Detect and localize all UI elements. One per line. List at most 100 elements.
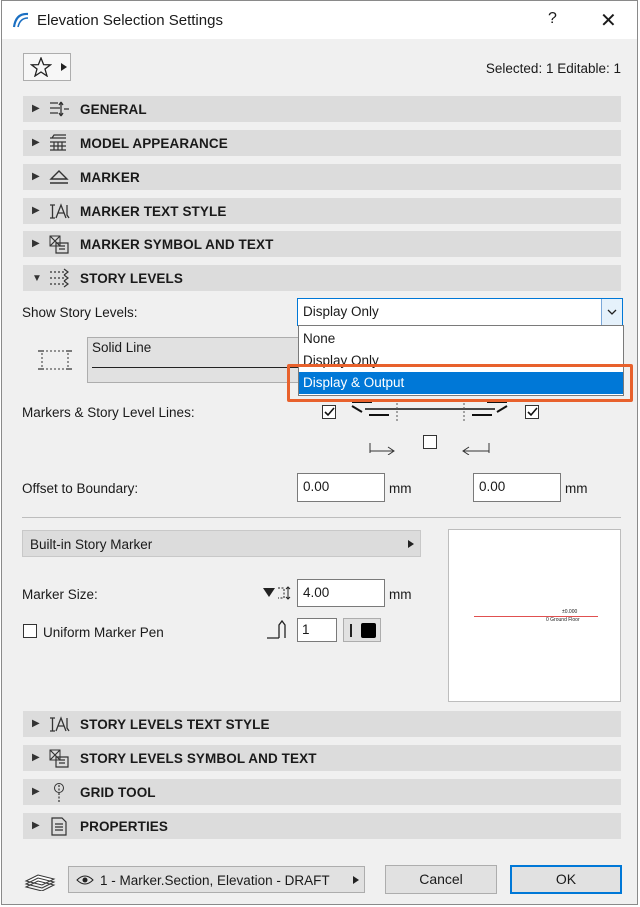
expand-arrow-icon: ▶ bbox=[32, 171, 40, 182]
solid-line-preview bbox=[92, 367, 302, 368]
section-label: MARKER bbox=[80, 170, 140, 185]
preview-elevation: ±0.000 bbox=[562, 609, 578, 615]
dialog-window: Elevation Selection Settings ? ✕ Selecte… bbox=[1, 0, 638, 905]
marker-size-unit: mm bbox=[389, 587, 412, 602]
chevron-right-icon bbox=[353, 876, 359, 884]
left-offset-icon bbox=[369, 443, 395, 455]
properties-icon bbox=[51, 817, 67, 836]
line-type-selector[interactable]: Solid Line bbox=[87, 337, 307, 383]
section-properties[interactable]: ▶ PROPERTIES bbox=[23, 813, 621, 839]
help-button[interactable]: ? bbox=[548, 10, 557, 28]
offset-left-input[interactable]: 0.00 bbox=[297, 473, 385, 502]
section-label: MODEL APPEARANCE bbox=[80, 136, 228, 151]
pen-weight-bar bbox=[350, 624, 352, 637]
story-levels-icon bbox=[50, 268, 69, 288]
collapse-arrow-icon: ▼ bbox=[32, 273, 42, 284]
expand-arrow-icon: ▶ bbox=[32, 137, 40, 148]
preview-floor-name: 0 Ground Floor bbox=[546, 617, 580, 623]
checkmark-icon bbox=[527, 407, 538, 417]
option-none[interactable]: None bbox=[299, 328, 623, 350]
offset-right-input[interactable]: 0.00 bbox=[473, 473, 561, 502]
uniform-pen-label: Uniform Marker Pen bbox=[43, 625, 164, 640]
expand-arrow-icon: ▶ bbox=[32, 103, 40, 114]
ok-button[interactable]: OK bbox=[510, 865, 622, 894]
cancel-button[interactable]: Cancel bbox=[385, 865, 497, 894]
pen-number-input[interactable]: 1 bbox=[297, 618, 337, 642]
section-story-levels-symbol-text[interactable]: ▶ STORY LEVELS SYMBOL AND TEXT bbox=[23, 745, 621, 771]
expand-arrow-icon: ▶ bbox=[32, 718, 40, 729]
marker-type-label: Built-in Story Marker bbox=[30, 537, 153, 552]
section-label: PROPERTIES bbox=[80, 819, 169, 834]
section-marker-symbol-text[interactable]: ▶ MARKER SYMBOL AND TEXT bbox=[23, 231, 621, 257]
model-appearance-icon bbox=[50, 134, 66, 151]
section-story-levels[interactable]: ▼ STORY LEVELS bbox=[23, 265, 621, 291]
marker-size-input[interactable]: 4.00 bbox=[297, 579, 385, 607]
line-type-label: Solid Line bbox=[92, 340, 152, 355]
section-label: GRID TOOL bbox=[80, 785, 156, 800]
pen-color-fill bbox=[361, 623, 376, 638]
select-value: Display Only bbox=[303, 304, 379, 319]
expand-arrow-icon: ▶ bbox=[32, 820, 40, 831]
pen-color-swatch[interactable] bbox=[343, 618, 381, 642]
section-label: STORY LEVELS SYMBOL AND TEXT bbox=[80, 751, 317, 766]
section-label: MARKER TEXT STYLE bbox=[80, 204, 227, 219]
section-label: GENERAL bbox=[80, 102, 147, 117]
marker-size-icon bbox=[263, 586, 291, 600]
section-label: MARKER SYMBOL AND TEXT bbox=[80, 237, 274, 252]
offset-left-unit: mm bbox=[389, 481, 412, 496]
section-label: STORY LEVELS bbox=[80, 271, 183, 286]
window-title: Elevation Selection Settings bbox=[37, 12, 223, 29]
expand-arrow-icon: ▶ bbox=[32, 238, 40, 249]
pen-icon bbox=[267, 619, 286, 639]
eye-icon bbox=[76, 875, 94, 885]
section-story-levels-text-style[interactable]: ▶ STORY LEVELS TEXT STYLE bbox=[23, 711, 621, 737]
right-marker-checkbox[interactable] bbox=[525, 405, 539, 419]
section-grid-tool[interactable]: ▶ GRID TOOL bbox=[23, 779, 621, 805]
marker-size-label: Marker Size: bbox=[22, 587, 98, 602]
section-model-appearance[interactable]: ▶ MODEL APPEARANCE bbox=[23, 130, 621, 156]
left-marker-checkbox[interactable] bbox=[322, 405, 336, 419]
marker-lines-diagram bbox=[351, 401, 508, 423]
chevron-right-icon bbox=[61, 63, 67, 71]
show-story-levels-label: Show Story Levels: bbox=[22, 305, 138, 320]
section-general[interactable]: ▶ GENERAL bbox=[23, 96, 621, 122]
marker-icon bbox=[49, 170, 69, 184]
section-marker[interactable]: ▶ MARKER bbox=[23, 164, 621, 190]
show-story-levels-select[interactable]: Display Only bbox=[297, 298, 623, 326]
checkmark-icon bbox=[324, 407, 335, 417]
story-line-checkbox[interactable] bbox=[423, 435, 437, 449]
close-button[interactable]: ✕ bbox=[600, 8, 617, 33]
offset-right-unit: mm bbox=[565, 481, 588, 496]
story-level-line-icon bbox=[38, 350, 72, 370]
symbol-text-icon bbox=[49, 749, 69, 768]
uniform-pen-checkbox[interactable] bbox=[23, 624, 37, 638]
chevron-down-icon bbox=[607, 309, 617, 315]
expand-arrow-icon: ▶ bbox=[32, 752, 40, 763]
title-bar: Elevation Selection Settings ? ✕ bbox=[2, 1, 637, 39]
text-style-icon bbox=[50, 716, 70, 732]
dropdown-arrow-button[interactable] bbox=[601, 299, 622, 325]
selection-info: Selected: 1 Editable: 1 bbox=[485, 61, 621, 76]
divider bbox=[22, 517, 621, 518]
layer-name: 1 - Marker.Section, Elevation - DRAFT bbox=[100, 873, 330, 888]
favorites-button[interactable] bbox=[23, 53, 71, 81]
expand-arrow-icon: ▶ bbox=[32, 205, 40, 216]
layer-icon bbox=[24, 874, 56, 891]
right-offset-icon bbox=[462, 443, 490, 455]
marker-preview: ±0.000 0 Ground Floor bbox=[448, 529, 621, 702]
marker-type-selector[interactable]: Built-in Story Marker bbox=[22, 530, 421, 557]
expand-arrow-icon: ▶ bbox=[32, 786, 40, 797]
chevron-right-icon bbox=[408, 540, 414, 548]
marker-text-style-icon bbox=[50, 203, 70, 219]
star-icon bbox=[30, 57, 52, 77]
grid-tool-icon bbox=[54, 783, 64, 802]
layer-selector[interactable]: 1 - Marker.Section, Elevation - DRAFT bbox=[68, 866, 365, 893]
option-display-only[interactable]: Display Only bbox=[299, 350, 623, 372]
section-label: STORY LEVELS TEXT STYLE bbox=[80, 717, 270, 732]
option-display-output[interactable]: Display & Output bbox=[299, 372, 623, 394]
app-logo-icon bbox=[12, 12, 29, 28]
show-story-levels-dropdown-list: None Display Only Display & Output bbox=[298, 325, 624, 396]
section-marker-text-style[interactable]: ▶ MARKER TEXT STYLE bbox=[23, 198, 621, 224]
general-icon bbox=[50, 101, 69, 117]
offset-label: Offset to Boundary: bbox=[22, 481, 139, 496]
